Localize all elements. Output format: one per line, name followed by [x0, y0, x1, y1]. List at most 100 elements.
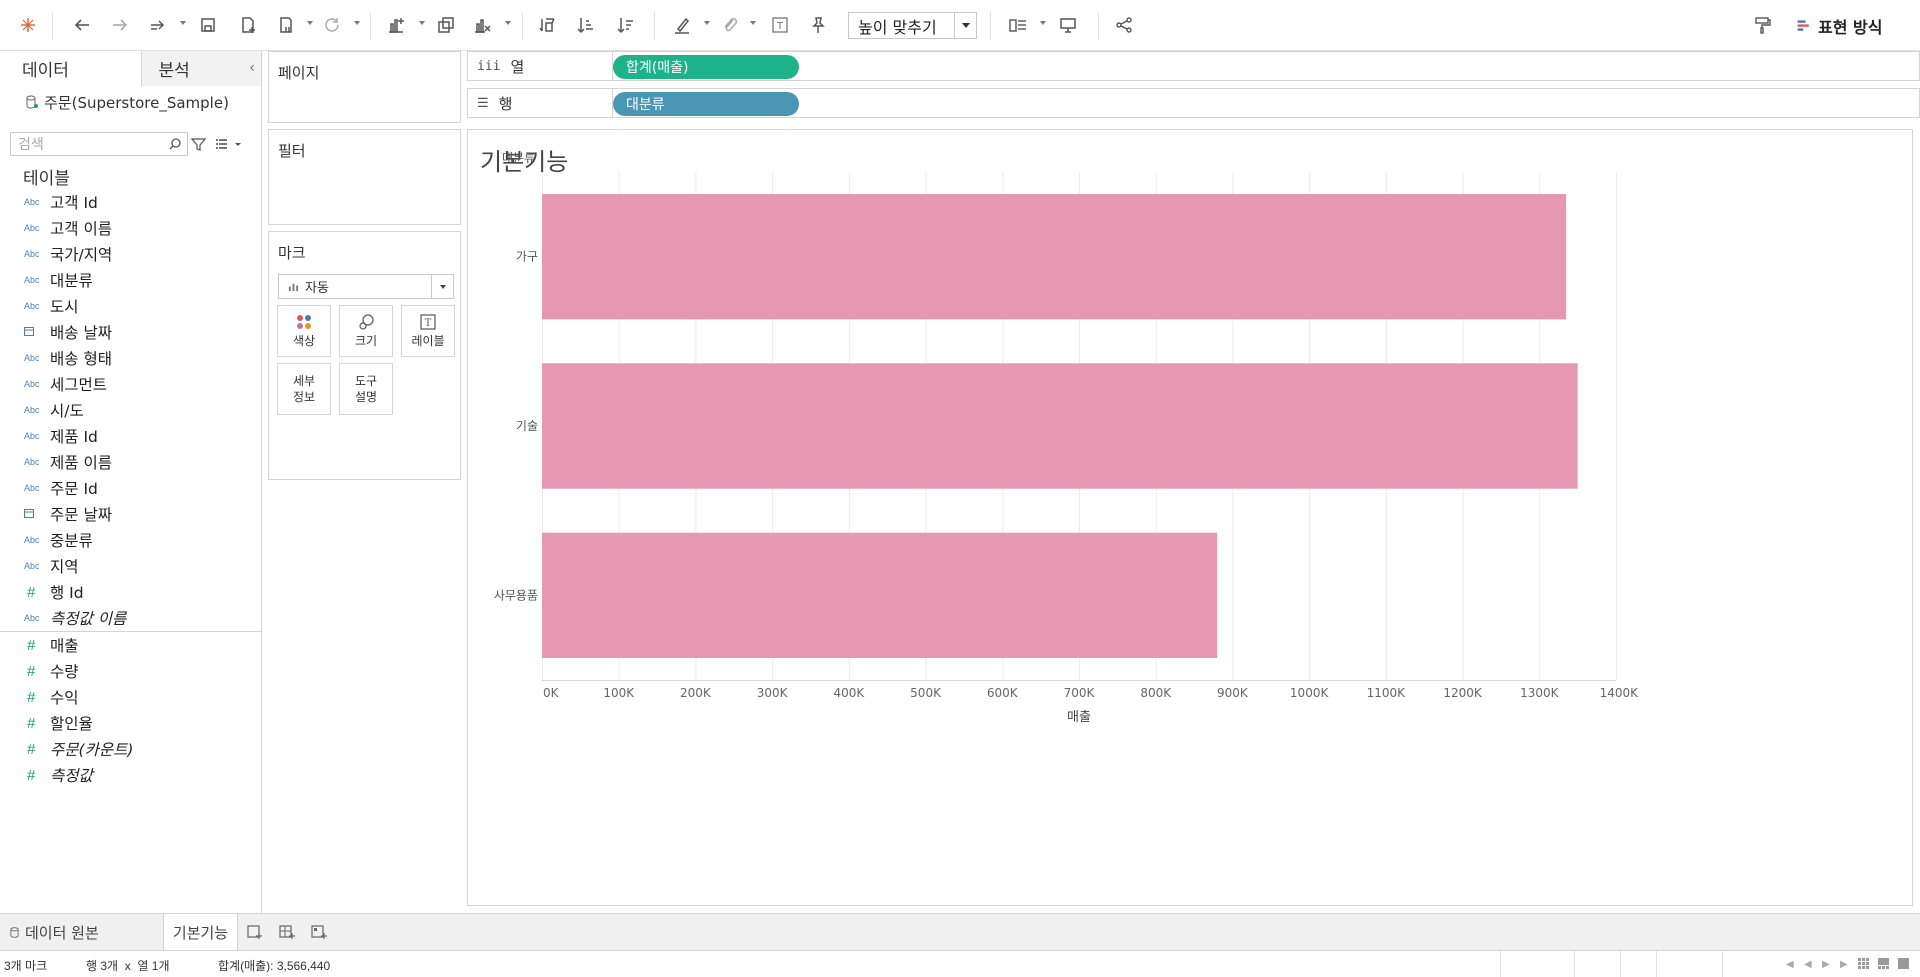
group-members-icon[interactable]: [720, 13, 740, 37]
grid-view-icon[interactable]: [1858, 958, 1870, 970]
field-name: 행 Id: [50, 584, 84, 602]
new-datasource-icon[interactable]: [238, 13, 258, 37]
collapse-pane-icon[interactable]: ‹: [249, 60, 255, 76]
field-name: 지역: [50, 558, 79, 576]
format-paint-icon[interactable]: [1752, 13, 1772, 37]
label-button[interactable]: T 레이블: [401, 305, 455, 357]
field-item[interactable]: 주문 날짜: [0, 501, 261, 527]
columns-pill-sum-sales[interactable]: 합계(매출): [613, 55, 799, 79]
detail-button[interactable]: 세부 정보: [277, 363, 331, 415]
field-item[interactable]: Abc 측정값 이름: [0, 605, 261, 631]
color-button[interactable]: 색상: [277, 305, 331, 357]
filters-card[interactable]: 필터: [268, 129, 461, 225]
x-tick-label: 800K: [1140, 686, 1172, 700]
field-item[interactable]: Abc 도시: [0, 293, 261, 319]
size-label: 크기: [354, 334, 378, 348]
prev-page-icon[interactable]: ◀: [1804, 959, 1812, 970]
new-story-icon[interactable]: [310, 924, 328, 940]
swap-rows-columns-icon[interactable]: [538, 13, 558, 37]
rows-shelf[interactable]: ☰ 행 대분류: [467, 88, 1920, 118]
field-item[interactable]: Abc 시/도: [0, 397, 261, 423]
pause-updates-icon[interactable]: [276, 13, 296, 37]
bar[interactable]: [542, 363, 1578, 489]
search-input[interactable]: 검색: [10, 132, 188, 156]
fit-dropdown[interactable]: 높이 맞추기: [848, 12, 977, 39]
clear-sheet-icon[interactable]: [472, 13, 492, 37]
mark-type-dropdown[interactable]: 자동: [278, 274, 454, 299]
filter-icon[interactable]: [191, 137, 206, 152]
field-item[interactable]: Abc 세그먼트: [0, 371, 261, 397]
field-name: 주문(카운트): [50, 741, 134, 759]
share-icon[interactable]: [1114, 13, 1134, 37]
new-worksheet-icon[interactable]: [246, 924, 264, 940]
next-page-icon[interactable]: ▶: [1822, 959, 1830, 970]
new-dashboard-icon[interactable]: [278, 924, 296, 940]
measure-list: # 매출 # 수량 # 수익 # 할인율 # 주문(카운트) # 측정값: [0, 632, 261, 788]
worksheet-view[interactable]: 기본기능 대분류 가구 기술 사무용품 0K 100K 200K 300K 400K 500K 60…: [467, 129, 1913, 906]
field-item[interactable]: Abc 지역: [0, 553, 261, 579]
show-cards-icon[interactable]: [1008, 13, 1028, 37]
first-page-icon[interactable]: ◀: [1786, 959, 1794, 970]
field-item[interactable]: Abc 고객 이름: [0, 215, 261, 241]
bar[interactable]: [542, 194, 1567, 320]
field-item[interactable]: # 할인율: [0, 710, 261, 736]
field-item[interactable]: Abc 제품 이름: [0, 449, 261, 475]
refresh-icon[interactable]: [322, 13, 342, 37]
sort-ascending-icon[interactable]: [576, 13, 596, 37]
size-button[interactable]: 크기: [339, 305, 393, 357]
columns-shelf[interactable]: iii 열 합계(매출): [467, 51, 1920, 81]
highlight-icon[interactable]: [672, 13, 692, 37]
last-page-icon[interactable]: ▶: [1840, 959, 1848, 970]
view-options-icon[interactable]: [216, 138, 244, 150]
tabs-view-icon[interactable]: [1898, 958, 1910, 970]
field-item[interactable]: Abc 대분류: [0, 267, 261, 293]
field-name: 측정값: [50, 767, 93, 785]
field-item[interactable]: Abc 배송 형태: [0, 345, 261, 371]
redo-icon[interactable]: [110, 13, 130, 37]
field-item[interactable]: Abc 중분류: [0, 527, 261, 553]
field-item[interactable]: 배송 날짜: [0, 319, 261, 345]
sort-descending-icon[interactable]: [616, 13, 636, 37]
field-item[interactable]: # 행 Id: [0, 579, 261, 605]
field-item[interactable]: # 주문(카운트): [0, 736, 261, 762]
save-icon[interactable]: [198, 13, 218, 37]
tableau-logo-icon[interactable]: [18, 13, 38, 37]
duplicate-icon[interactable]: [436, 13, 456, 37]
new-worksheet-icon[interactable]: [386, 13, 406, 37]
field-item[interactable]: Abc 주문 Id: [0, 475, 261, 501]
rows-pill-category[interactable]: 대분류: [613, 92, 799, 116]
field-name: 측정값 이름: [50, 610, 127, 628]
string-type-icon: Abc: [24, 249, 40, 259]
tab-sheet-active[interactable]: 기본기능: [163, 914, 238, 951]
field-item[interactable]: Abc 제품 Id: [0, 423, 261, 449]
datasource-item[interactable]: 주문(Superstore_Sample): [0, 86, 261, 118]
fix-axes-icon[interactable]: [808, 13, 828, 37]
pages-card-title: 페이지: [278, 64, 320, 82]
undo-icon[interactable]: [72, 13, 92, 37]
tooltip-button[interactable]: 도구 설명: [339, 363, 393, 415]
presentation-mode-icon[interactable]: [1058, 13, 1078, 37]
replay-icon[interactable]: [148, 13, 168, 37]
x-tick-label: 1100K: [1367, 686, 1407, 700]
tab-analysis[interactable]: 분석: [142, 51, 261, 86]
tab-data-source[interactable]: 데이터 원본: [0, 914, 160, 950]
pages-card[interactable]: 페이지: [268, 51, 461, 123]
data-pane: 데이터 분석 ‹ 주문(Superstore_Sample) 검색 테이블 Ab…: [0, 51, 262, 913]
field-item[interactable]: # 매출: [0, 632, 261, 658]
field-item[interactable]: # 수익: [0, 684, 261, 710]
show-mark-labels-icon[interactable]: T: [770, 13, 790, 37]
tab-data[interactable]: 데이터: [0, 51, 143, 86]
field-item[interactable]: # 측정값: [0, 762, 261, 788]
bar[interactable]: [542, 532, 1218, 658]
datasource-icon: [26, 95, 38, 109]
field-item[interactable]: Abc 고객 Id: [0, 189, 261, 215]
size-icon: [359, 314, 374, 330]
show-me-button[interactable]: 표현 방식: [1796, 12, 1882, 39]
field-name: 도시: [50, 298, 79, 316]
filmstrip-view-icon[interactable]: [1878, 958, 1890, 970]
field-item[interactable]: # 수량: [0, 658, 261, 684]
datasource-icon: [10, 926, 19, 938]
tables-header: 테이블: [23, 168, 70, 189]
field-item[interactable]: Abc 국가/지역: [0, 241, 261, 267]
label-icon: T: [420, 314, 436, 330]
